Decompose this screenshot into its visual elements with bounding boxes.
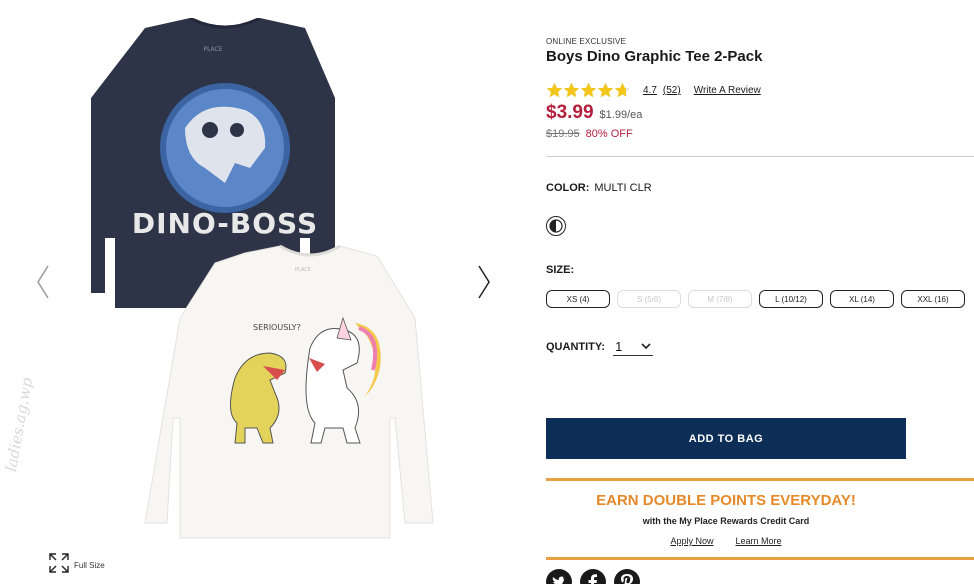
promo-headline: EARN DOUBLE POINTS EVERYDAY! bbox=[596, 492, 856, 509]
full-size-label: Full Size bbox=[74, 561, 105, 570]
watermark-text: ladies.ag.wp bbox=[2, 376, 37, 474]
product-gallery: DINO-BOSS PLACE SERIOUSLY? PLACE Full Si… bbox=[0, 0, 520, 584]
social-share-row bbox=[546, 569, 640, 584]
product-details: ONLINE EXCLUSIVE Boys Dino Graphic Tee 2… bbox=[546, 0, 974, 584]
color-swatch-multi[interactable] bbox=[546, 216, 566, 236]
color-value: MULTI CLR bbox=[594, 182, 652, 194]
add-to-bag-button[interactable]: ADD TO BAG bbox=[546, 418, 906, 459]
quantity-row: QUANTITY: 1 bbox=[546, 338, 654, 356]
promo-links: Apply Now Learn More bbox=[546, 536, 906, 546]
star-icon bbox=[563, 82, 580, 98]
review-count[interactable]: (52) bbox=[663, 85, 681, 96]
product-image[interactable]: DINO-BOSS PLACE SERIOUSLY? PLACE bbox=[85, 18, 445, 543]
previous-image-arrow-icon[interactable] bbox=[28, 262, 58, 302]
star-icon bbox=[546, 82, 563, 98]
apply-now-link[interactable]: Apply Now bbox=[670, 536, 713, 546]
size-option-xs[interactable]: XS (4) bbox=[546, 290, 610, 308]
half-circle-swatch-icon bbox=[549, 219, 563, 233]
original-price: $19.95 bbox=[546, 128, 580, 140]
quantity-label: QUANTITY: bbox=[546, 341, 606, 353]
white-tee-brand-tag: PLACE bbox=[295, 267, 311, 273]
dark-tee-brand-tag: PLACE bbox=[203, 46, 222, 53]
sale-price: $3.99 bbox=[546, 102, 594, 123]
promo-divider-top bbox=[546, 478, 974, 481]
promo-divider-bottom bbox=[546, 557, 974, 560]
learn-more-link[interactable]: Learn More bbox=[736, 536, 782, 546]
size-option-xl[interactable]: XL (14) bbox=[830, 290, 894, 308]
online-exclusive-badge: ONLINE EXCLUSIVE bbox=[546, 37, 627, 46]
white-tee-graphic-text: SERIOUSLY? bbox=[253, 323, 301, 332]
pinterest-icon[interactable] bbox=[614, 569, 640, 584]
size-option-s: S (5/6) bbox=[617, 290, 681, 308]
promo-subline: with the My Place Rewards Credit Card bbox=[642, 516, 810, 526]
discount-badge: 80% OFF bbox=[585, 128, 633, 140]
full-size-button[interactable]: Full Size bbox=[48, 552, 105, 579]
twitter-icon[interactable] bbox=[546, 569, 572, 584]
write-review-link[interactable]: Write A Review bbox=[694, 85, 761, 96]
size-option-xxl[interactable]: XXL (16) bbox=[901, 290, 965, 308]
price-per-each: $1.99/ea bbox=[599, 109, 643, 121]
product-title: Boys Dino Graphic Tee 2-Pack bbox=[546, 48, 763, 65]
next-image-arrow-icon[interactable] bbox=[469, 262, 499, 302]
star-rating-icon[interactable] bbox=[546, 82, 631, 99]
expand-icon bbox=[48, 552, 70, 579]
star-icon bbox=[614, 82, 631, 98]
chevron-down-icon bbox=[641, 343, 651, 350]
size-label: SIZE: bbox=[546, 264, 575, 276]
dark-tee-graphic-text: DINO-BOSS bbox=[132, 207, 318, 240]
quantity-select[interactable]: 1 bbox=[613, 338, 654, 356]
rating-row: 4.7 (52) Write A Review bbox=[546, 82, 761, 99]
divider bbox=[546, 156, 974, 157]
price-row: $3.99 $1.99/ea bbox=[546, 102, 642, 124]
original-price-row: $19.95 80% OFF bbox=[546, 128, 633, 140]
size-option-m: M (7/8) bbox=[688, 290, 752, 308]
size-options: XS (4) S (5/6) M (7/8) L (10/12) XL (14)… bbox=[546, 290, 965, 308]
quantity-value: 1 bbox=[615, 339, 623, 354]
size-option-l[interactable]: L (10/12) bbox=[759, 290, 823, 308]
facebook-icon[interactable] bbox=[580, 569, 606, 584]
star-icon bbox=[597, 82, 614, 98]
star-icon bbox=[580, 82, 597, 98]
color-label: COLOR: bbox=[546, 182, 590, 194]
rating-value[interactable]: 4.7 bbox=[643, 85, 657, 96]
color-selection-label: COLOR: MULTI CLR bbox=[546, 182, 652, 194]
